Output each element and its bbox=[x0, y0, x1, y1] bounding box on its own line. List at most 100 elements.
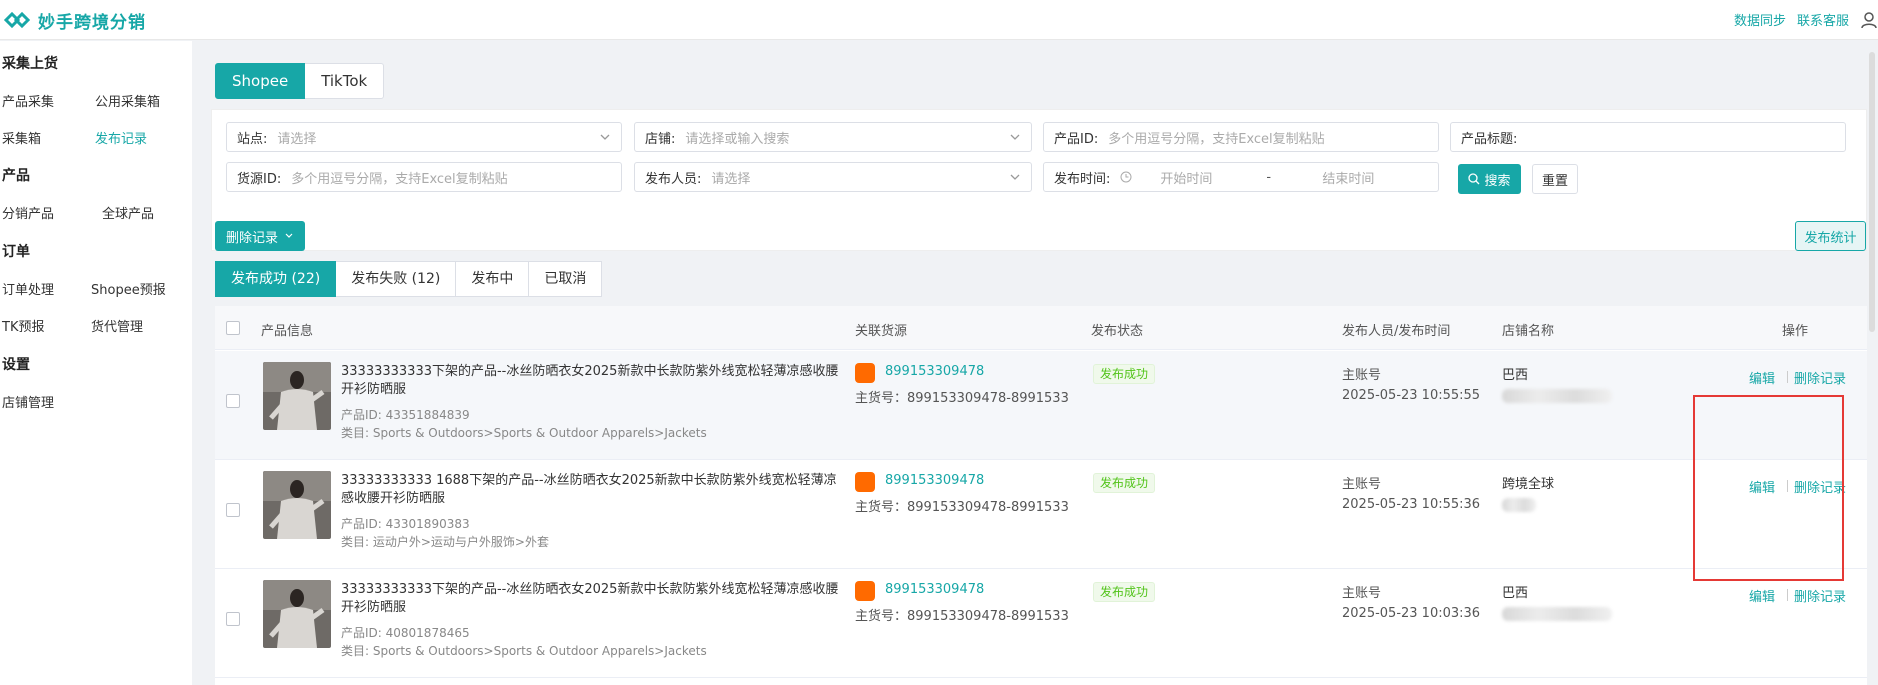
platform-tabs: Shopee TikTok bbox=[215, 63, 385, 99]
delete-records-dropdown[interactable]: 删除记录 bbox=[215, 221, 305, 251]
search-button-label: 搜索 bbox=[1484, 173, 1511, 189]
chevron-down-icon bbox=[1010, 174, 1020, 180]
end-time-input[interactable]: 结束时间 bbox=[1322, 168, 1374, 187]
source-main-sku: 主货号：899153309478-8991533 bbox=[855, 391, 1069, 406]
search-icon bbox=[1468, 173, 1480, 185]
table-row: 33333333333 1688下架的产品--冰丝防晒衣女2025新款中长款防紫… bbox=[215, 460, 1867, 569]
publish-time-range[interactable]: 发布时间: 开始时间 - 结束时间 bbox=[1043, 162, 1439, 192]
shop-label: 店铺: bbox=[645, 131, 676, 147]
status-badge: 发布成功 bbox=[1093, 473, 1156, 493]
delete-record-link[interactable]: 删除记录 bbox=[1794, 368, 1846, 387]
search-button[interactable]: 搜索 bbox=[1458, 164, 1521, 194]
app-title: 妙手跨境分销 bbox=[38, 12, 146, 33]
time-separator: - bbox=[1266, 169, 1272, 185]
sidebar-item-order-processing[interactable]: 订单处理 bbox=[2, 279, 54, 298]
sidebar-item-distribution-products[interactable]: 分销产品 bbox=[2, 203, 54, 222]
source-link[interactable]: 899153309478 bbox=[885, 582, 984, 597]
col-linked-source: 关联货源 bbox=[855, 324, 908, 339]
table-header: 产品信息 关联货源 发布状态 发布人员/发布时间 店铺名称 操作 bbox=[215, 306, 1867, 350]
product-title[interactable]: 33333333333下架的产品--冰丝防晒衣女2025新款中长款防紫外线宽松轻… bbox=[341, 581, 841, 617]
product-id-label: 产品ID: bbox=[1054, 131, 1099, 147]
publish-stats-button[interactable]: 发布统计 bbox=[1795, 221, 1866, 251]
sidebar: 采集上货 产品采集 公用采集箱 采集箱 发布记录 产品 分销产品 全球产品 订单… bbox=[0, 41, 192, 685]
edit-link[interactable]: 编辑 bbox=[1749, 368, 1775, 387]
sidebar-group-collect: 采集上货 bbox=[2, 56, 58, 72]
sidebar-group-product: 产品 bbox=[2, 168, 30, 184]
filter-panel: 站点: 请选择 店铺: 请选择或输入搜索 产品ID: 多个用逗号分隔，支持Exc… bbox=[211, 109, 1867, 251]
publisher: 主账号 bbox=[1342, 368, 1382, 383]
data-sync-link[interactable]: 数据同步 bbox=[1734, 10, 1786, 29]
product-thumbnail[interactable] bbox=[263, 471, 331, 539]
sidebar-group-settings: 设置 bbox=[2, 357, 30, 373]
shop-name: 巴西 bbox=[1502, 368, 1529, 383]
tab-shopee[interactable]: Shopee bbox=[215, 63, 306, 99]
source-link[interactable]: 899153309478 bbox=[885, 473, 984, 488]
select-all-checkbox[interactable] bbox=[226, 321, 240, 335]
row-checkbox[interactable] bbox=[226, 503, 240, 517]
status-tabs: 发布成功 (22) 发布失败 (12) 发布中 已取消 bbox=[215, 261, 603, 297]
product-id: 产品ID: 40801878465 bbox=[341, 626, 470, 640]
product-thumbnail[interactable] bbox=[263, 362, 331, 430]
app-logo[interactable]: 妙手跨境分销 bbox=[4, 6, 146, 34]
sidebar-item-forwarder-management[interactable]: 货代管理 bbox=[91, 316, 143, 335]
site-select[interactable]: 站点: 请选择 bbox=[226, 122, 622, 152]
chevron-down-icon bbox=[285, 233, 293, 238]
sidebar-item-publish-records[interactable]: 发布记录 bbox=[95, 128, 147, 147]
delete-record-link[interactable]: 删除记录 bbox=[1794, 586, 1846, 605]
product-thumbnail[interactable] bbox=[263, 580, 331, 648]
source-1688-icon bbox=[855, 472, 875, 492]
product-id-placeholder: 多个用逗号分隔，支持Excel复制粘贴 bbox=[1108, 131, 1325, 147]
reset-button[interactable]: 重置 bbox=[1532, 164, 1578, 194]
tab-publish-success[interactable]: 发布成功 (22) bbox=[215, 261, 337, 297]
source-1688-icon bbox=[855, 581, 875, 601]
tab-tiktok[interactable]: TikTok bbox=[305, 63, 385, 99]
start-time-input[interactable]: 开始时间 bbox=[1160, 168, 1266, 187]
row-checkbox[interactable] bbox=[226, 612, 240, 626]
edit-link[interactable]: 编辑 bbox=[1749, 477, 1775, 496]
delete-records-label: 删除记录 bbox=[225, 230, 278, 246]
product-id-input[interactable]: 产品ID: 多个用逗号分隔，支持Excel复制粘贴 bbox=[1043, 122, 1439, 152]
product-id: 产品ID: 43301890383 bbox=[341, 517, 470, 531]
source-id-placeholder: 多个用逗号分隔，支持Excel复制粘贴 bbox=[291, 171, 508, 187]
site-label: 站点: bbox=[237, 131, 268, 147]
publisher-select[interactable]: 发布人员: 请选择 bbox=[634, 162, 1032, 192]
op-divider bbox=[1787, 371, 1788, 383]
edit-link[interactable]: 编辑 bbox=[1749, 586, 1775, 605]
scrollbar[interactable] bbox=[1869, 52, 1875, 332]
sidebar-group-order: 订单 bbox=[2, 244, 30, 260]
source-1688-icon bbox=[855, 363, 875, 383]
shop-select[interactable]: 店铺: 请选择或输入搜索 bbox=[634, 122, 1032, 152]
col-shop-name: 店铺名称 bbox=[1502, 324, 1555, 339]
product-title[interactable]: 33333333333 1688下架的产品--冰丝防晒衣女2025新款中长款防紫… bbox=[341, 472, 841, 508]
source-link[interactable]: 899153309478 bbox=[885, 364, 984, 379]
publish-time: 2025-05-23 10:03:36 bbox=[1342, 606, 1481, 621]
col-publisher-time: 发布人员/发布时间 bbox=[1342, 324, 1451, 339]
sidebar-item-shop-management[interactable]: 店铺管理 bbox=[2, 392, 54, 411]
status-badge: 发布成功 bbox=[1093, 364, 1156, 384]
op-divider bbox=[1787, 480, 1788, 492]
source-main-sku: 主货号：899153309478-8991533 bbox=[855, 500, 1069, 515]
table-row: 33333333333下架的产品--冰丝防晒衣女2025新款中长款防紫外线宽松轻… bbox=[215, 351, 1867, 460]
sidebar-item-product-collect[interactable]: 产品采集 bbox=[2, 91, 54, 110]
product-title[interactable]: 33333333333下架的产品--冰丝防晒衣女2025新款中长款防紫外线宽松轻… bbox=[341, 363, 841, 399]
source-id-label: 货源ID: bbox=[237, 171, 282, 187]
contact-support-link[interactable]: 联系客服 bbox=[1797, 10, 1849, 29]
product-category: 类目: Sports & Outdoors>Sports & Outdoor A… bbox=[341, 426, 707, 440]
sidebar-item-global-products[interactable]: 全球产品 bbox=[102, 203, 154, 222]
logo-icon bbox=[4, 11, 30, 29]
row-checkbox[interactable] bbox=[226, 394, 240, 408]
product-category: 类目: 运动户外>运动与户外服饰>外套 bbox=[341, 535, 549, 549]
user-icon[interactable] bbox=[1860, 11, 1878, 29]
tab-cancelled[interactable]: 已取消 bbox=[529, 261, 603, 297]
sidebar-item-collect-box[interactable]: 采集箱 bbox=[2, 128, 41, 147]
product-category: 类目: Sports & Outdoors>Sports & Outdoor A… bbox=[341, 644, 707, 658]
sidebar-item-shopee-forecast[interactable]: Shopee预报 bbox=[91, 279, 166, 298]
delete-record-link[interactable]: 删除记录 bbox=[1794, 477, 1846, 496]
records-table: 产品信息 关联货源 发布状态 发布人员/发布时间 店铺名称 操作 3333333… bbox=[215, 306, 1867, 685]
sidebar-item-public-collect-box[interactable]: 公用采集箱 bbox=[95, 91, 160, 110]
sidebar-item-tk-forecast[interactable]: TK预报 bbox=[2, 316, 44, 335]
product-title-input[interactable]: 产品标题: bbox=[1450, 122, 1846, 152]
tab-publish-failed[interactable]: 发布失败 (12) bbox=[336, 261, 457, 297]
tab-publishing[interactable]: 发布中 bbox=[456, 261, 530, 297]
source-id-input[interactable]: 货源ID: 多个用逗号分隔，支持Excel复制粘贴 bbox=[226, 162, 622, 192]
